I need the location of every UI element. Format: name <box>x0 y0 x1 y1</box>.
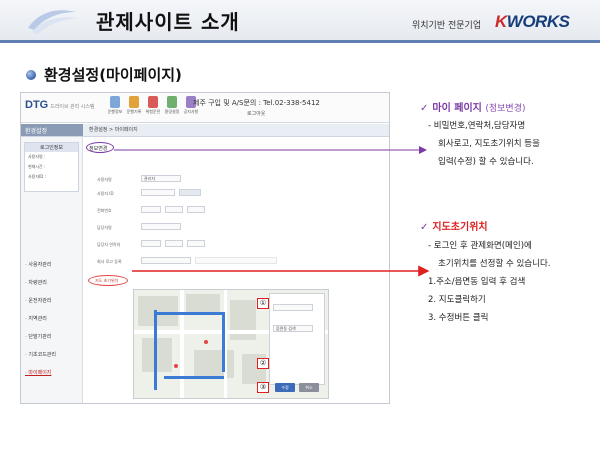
id-check-button[interactable] <box>179 189 201 196</box>
login-info-title: 로그인정보 <box>25 143 78 152</box>
slide-header: 관제사이트 소개 위치기반 전문기업 KWORKS <box>0 0 600 48</box>
logo-file-field[interactable] <box>141 257 191 264</box>
login-info-row: 사용자ID : <box>28 174 46 179</box>
map-note-step: 2. 지도클릭하기 <box>428 295 486 305</box>
manager-field[interactable] <box>141 223 181 230</box>
manager-phone-2[interactable] <box>165 240 183 247</box>
header-divider <box>0 40 600 43</box>
mypage-note-line: 회사로고, 지도초기위치 등을 <box>438 139 540 149</box>
sidebar-item-terminals[interactable]: 단말기관리 <box>25 333 51 340</box>
login-info-box: 로그인정보 사용자명 : 현재시간 : 사용자ID : <box>24 142 79 192</box>
toolbar-risk[interactable]: 위험운전 <box>145 96 161 120</box>
username-field[interactable]: 관리자 <box>141 175 181 182</box>
nav-section-label: 환경설정 <box>21 124 83 136</box>
phone-field-2[interactable] <box>165 206 183 213</box>
emd-search-field[interactable]: 읍면동 검색 <box>273 325 313 332</box>
save-button[interactable]: 수정 <box>275 383 295 392</box>
tagline: 위치기반 전문기업 <box>412 21 482 31</box>
phone-field-1[interactable] <box>141 206 161 213</box>
contact-phone: 제주 구입 및 A/S문의 : Tel.02-338-5412 <box>193 99 320 107</box>
address-search-field[interactable] <box>273 304 313 311</box>
map-note-line: 초기위치를 선정할 수 있습니다. <box>438 259 551 269</box>
app-logo: DTG 드라이브 관리 시스템 <box>25 99 95 111</box>
app-header: DTG 드라이브 관리 시스템 운행정보 운행기록 위험운전 환경설정 공지사항 … <box>21 93 389 123</box>
sidebar-item-regions[interactable]: 지역관리 <box>25 315 46 322</box>
form-label-phone: 전화번호 <box>97 208 112 213</box>
logout-link[interactable]: 로그아웃 <box>247 110 265 117</box>
login-info-row: 현재시간 : <box>28 164 46 169</box>
sidebar-item-users[interactable]: 사용자관리 <box>25 261 51 268</box>
breadcrumb: 환경설정 > 마이페이지 <box>89 127 138 133</box>
step-marker-1: ① <box>257 298 269 309</box>
form-label-userid: 사용자 ID <box>97 191 114 196</box>
form-label-username: 사용자명 <box>97 177 112 182</box>
logo-hint <box>195 257 277 264</box>
manager-phone-3[interactable] <box>187 240 205 247</box>
cancel-button[interactable]: 취소 <box>299 383 319 392</box>
form-label-logo: 회사 로고 등록 <box>97 259 122 264</box>
map-note-step: 1.주소/읍면동 입력 후 검색 <box>428 277 526 287</box>
form-title: 정보변경 <box>89 146 108 152</box>
mypage-form: 정보변경 사용자명 관리자 사용자 ID 전화번호 담당자명 담당자 연락처 회… <box>85 139 387 401</box>
step-marker-3: ③ <box>257 382 269 393</box>
sidebar-item-codes[interactable]: 기초코드관리 <box>25 351 56 358</box>
map-note-line: - 로그인 후 관제화면(메인)에 <box>428 241 532 251</box>
mypage-screenshot: DTG 드라이브 관리 시스템 운행정보 운행기록 위험운전 환경설정 공지사항 … <box>20 92 390 404</box>
form-label-manager-phone: 담당자 연락처 <box>97 242 121 247</box>
toolbar-drive-log[interactable]: 운행기록 <box>126 96 142 120</box>
login-info-row: 사용자명 : <box>28 154 46 159</box>
swoosh-logo-icon <box>28 10 76 34</box>
toolbar-drive-info[interactable]: 운행정보 <box>107 96 123 120</box>
map-location-label: 지도 초기위치 <box>95 278 119 283</box>
form-label-manager: 담당자명 <box>97 225 112 230</box>
sidebar-item-mypage[interactable]: 마이페이지 <box>25 369 51 376</box>
check-icon: ✓ <box>420 222 429 233</box>
check-icon: ✓ <box>420 103 429 114</box>
map-note-title: ✓ 지도초기위치 <box>420 222 488 233</box>
sidebar-item-vehicles[interactable]: 차량관리 <box>25 279 46 286</box>
userid-field[interactable] <box>141 189 175 196</box>
map-note-step: 3. 수정버튼 클릭 <box>428 313 489 323</box>
mypage-note-line: - 비밀번호,연락처,담당자명 <box>428 121 526 131</box>
map-marker-icon <box>204 340 208 344</box>
app-toolbar: 운행정보 운행기록 위험운전 환경설정 공지사항 <box>107 96 199 120</box>
section-bullet-icon <box>26 70 36 80</box>
step-marker-2: ② <box>257 358 269 369</box>
slide-title: 관제사이트 소개 <box>96 10 240 34</box>
mypage-note-title: ✓ 마이 페이지 (정보변경) <box>420 103 526 114</box>
app-sidebar: 로그인정보 사용자명 : 현재시간 : 사용자ID : 사용자관리 차량관리 운… <box>21 137 83 403</box>
mypage-note-line: 입력(수정) 할 수 있습니다. <box>438 157 534 167</box>
manager-phone-1[interactable] <box>141 240 161 247</box>
brand-logo: KWORKS <box>495 12 570 31</box>
section-title: 환경설정(마이페이지) <box>44 66 182 84</box>
toolbar-settings[interactable]: 환경설정 <box>164 96 180 120</box>
sidebar-item-drivers[interactable]: 운전자관리 <box>25 297 51 304</box>
map-marker-icon <box>174 364 178 368</box>
phone-field-3[interactable] <box>187 206 205 213</box>
app-nav-bar: 환경설정 환경설정 > 마이페이지 <box>21 124 389 137</box>
